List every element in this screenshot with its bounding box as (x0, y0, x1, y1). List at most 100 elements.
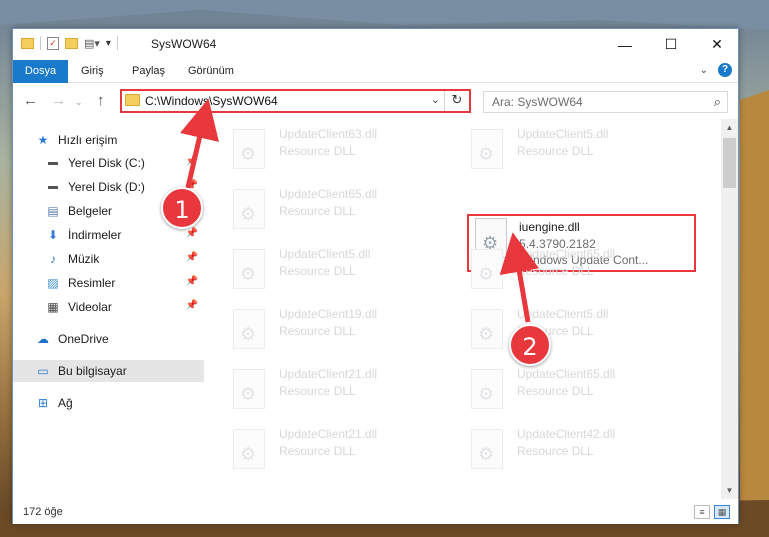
pin-icon[interactable]: 📌 (186, 252, 198, 263)
forward-button[interactable]: → (51, 92, 66, 109)
sidebar-item-this-pc[interactable]: ▭ Bu bilgisayar (13, 360, 204, 382)
address-path[interactable]: C:\Windows\SysWOW64 (145, 94, 278, 108)
properties-icon[interactable]: ✓ (47, 36, 59, 50)
file-item[interactable]: ⚙ UpdateClient21.dll Resource DLL (209, 419, 439, 479)
pin-icon[interactable]: 📌 (186, 276, 198, 287)
file-name: UpdateClient65.dll (517, 247, 616, 261)
search-input[interactable]: Ara: SysWOW64 (492, 95, 583, 109)
close-button[interactable]: ✕ (694, 29, 740, 60)
file-type: Resource DLL (517, 384, 594, 398)
file-type: Resource DLL (279, 144, 356, 158)
sidebar-item-disk-c[interactable]: ▬ Yerel Disk (C:) 📌 (45, 152, 236, 174)
tab-home[interactable]: Giriş (73, 60, 112, 83)
details-view-icon[interactable]: ≡ (694, 505, 710, 519)
sidebar-item-downloads[interactable]: ⬇ İndirmeler 📌 (45, 224, 236, 246)
customize-toolbar-icon[interactable]: ▤▾ (84, 37, 100, 50)
navigation-pane: ★ Hızlı erişim ▬ Yerel Disk (C:) 📌 ▬ Yer… (13, 119, 206, 499)
file-item[interactable]: ⚙ UpdateClient63.dll Resource DLL (209, 119, 439, 179)
toolbar-dropdown-icon[interactable]: ▾ (106, 38, 111, 49)
file-item[interactable]: ⚙ UpdateClient65.dll Resource DLL (447, 239, 677, 299)
tab-share[interactable]: Paylaş (124, 60, 173, 83)
file-name: UpdateClient63.dll (279, 127, 378, 141)
file-list: ⚙ UpdateClient63.dll Resource DLL ⚙ Upda… (209, 119, 721, 499)
scroll-down-icon[interactable]: ▼ (721, 482, 738, 499)
sidebar-item-label: Müzik (68, 252, 100, 266)
view-buttons: ≡ ▦ (694, 505, 730, 519)
sidebar-item-network[interactable]: ⊞ Ağ (35, 392, 226, 414)
file-name: UpdateClient19.dll (279, 307, 378, 321)
chevron-down-icon[interactable]: ⌄ (700, 65, 708, 76)
scroll-thumb[interactable] (723, 138, 736, 188)
sidebar-item-label: Videolar (68, 300, 112, 314)
file-type: Resource DLL (517, 144, 594, 158)
drive-icon: ▬ (48, 157, 58, 168)
cloud-icon: ☁ (37, 332, 49, 346)
sidebar-item-quick-access[interactable]: ★ Hızlı erişim (35, 129, 226, 151)
sidebar-item-videos[interactable]: ▦ Videolar 📌 (45, 296, 236, 318)
sidebar-item-label: OneDrive (58, 332, 109, 346)
up-button[interactable]: ↑ (97, 92, 105, 109)
sidebar-item-label: Resimler (68, 276, 116, 290)
dll-file-icon: ⚙ (471, 309, 503, 349)
pin-icon[interactable]: 📌 (186, 156, 198, 167)
file-name: UpdateClient21.dll (279, 427, 378, 441)
ribbon-tabs: Dosya Giriş Paylaş Görünüm ⌄ ? (13, 60, 738, 83)
window-title: SysWOW64 (151, 37, 217, 51)
file-name: iuengine.dll (519, 220, 580, 234)
folder-icon (21, 37, 34, 49)
tab-file[interactable]: Dosya (13, 60, 68, 83)
file-item[interactable]: ⚙ UpdateClient42.dll Resource DLL (447, 419, 677, 479)
file-type: Resource DLL (517, 264, 594, 278)
vertical-scrollbar[interactable]: ▲ ▼ (721, 119, 738, 499)
minimize-button[interactable]: — (602, 29, 648, 60)
sidebar-item-pictures[interactable]: ▨ Resimler 📌 (45, 272, 236, 294)
file-item[interactable]: ⚙ UpdateClient19.dll Resource DLL (209, 299, 439, 359)
recent-locations-chevron-icon[interactable]: ⌄ (75, 97, 83, 108)
sidebar-item-onedrive[interactable]: ☁ OneDrive (35, 328, 226, 350)
file-name: UpdateClient65.dll (279, 187, 378, 201)
drive-icon: ▬ (48, 181, 58, 192)
navigation-bar: ← → ⌄ ↑ C:\Windows\SysWOW64 ⌄ ↻ Ara: Sys… (13, 84, 738, 118)
search-icon[interactable]: ⌕ (714, 94, 721, 110)
file-name: UpdateClient42.dll (517, 427, 616, 441)
sidebar-item-label: Yerel Disk (C:) (68, 156, 145, 170)
download-icon: ⬇ (47, 228, 59, 242)
refresh-icon[interactable]: ↻ (447, 92, 467, 110)
dll-file-icon: ⚙ (233, 189, 265, 229)
file-item[interactable]: ⚙ UpdateClient65.dll Resource DLL (209, 179, 439, 239)
file-item[interactable]: ⚙ UpdateClient5.dll Resource DLL (209, 239, 439, 299)
file-type: Resource DLL (517, 444, 594, 458)
dll-file-icon: ⚙ (233, 369, 265, 409)
explorer-window: ✓ ▤▾ ▾ SysWOW64 — ☐ ✕ Dosya Giriş Paylaş… (12, 28, 739, 524)
status-bar: 172 öğe ≡ ▦ (13, 501, 738, 524)
sidebar-item-label: Belgeler (68, 204, 113, 218)
address-dropdown-icon[interactable]: ⌄ (431, 93, 440, 106)
pin-icon[interactable]: 📌 (186, 300, 198, 311)
sidebar-item-label: Hızlı erişim (58, 133, 118, 147)
maximize-button[interactable]: ☐ (648, 29, 694, 60)
pin-icon[interactable]: 📌 (186, 228, 198, 239)
sidebar-item-documents[interactable]: ▤ Belgeler 📌 (45, 200, 236, 222)
computer-icon: ▭ (37, 364, 49, 378)
sidebar-item-music[interactable]: ♪ Müzik 📌 (45, 248, 236, 270)
tiles-view-icon[interactable]: ▦ (714, 505, 730, 519)
address-bar[interactable]: C:\Windows\SysWOW64 ⌄ ↻ (120, 89, 471, 113)
file-type: Resource DLL (279, 324, 356, 338)
dll-file-icon: ⚙ (233, 309, 265, 349)
address-field[interactable]: C:\Windows\SysWOW64 ⌄ (122, 91, 445, 111)
sidebar-item-disk-d[interactable]: ▬ Yerel Disk (D:) 📌 (45, 176, 236, 198)
file-item[interactable]: ⚙ UpdateClient21.dll Resource DLL (209, 359, 439, 419)
new-folder-icon[interactable] (65, 37, 78, 49)
scroll-up-icon[interactable]: ▲ (721, 119, 738, 136)
file-item[interactable]: ⚙ UpdateClient5.dll Resource DLL (447, 299, 677, 359)
tab-view[interactable]: Görünüm (180, 60, 242, 83)
file-item[interactable]: ⚙ UpdateClient65.dll Resource DLL (447, 359, 677, 419)
help-icon[interactable]: ? (718, 63, 732, 77)
back-button[interactable]: ← (23, 92, 38, 109)
quick-access-toolbar: ✓ ▤▾ ▾ (21, 36, 118, 50)
divider (116, 36, 118, 50)
file-type: Resource DLL (279, 204, 356, 218)
search-box[interactable]: Ara: SysWOW64 ⌕ (483, 91, 728, 113)
dll-file-icon: ⚙ (471, 369, 503, 409)
file-item[interactable]: ⚙ UpdateClient5.dll Resource DLL (447, 119, 677, 179)
